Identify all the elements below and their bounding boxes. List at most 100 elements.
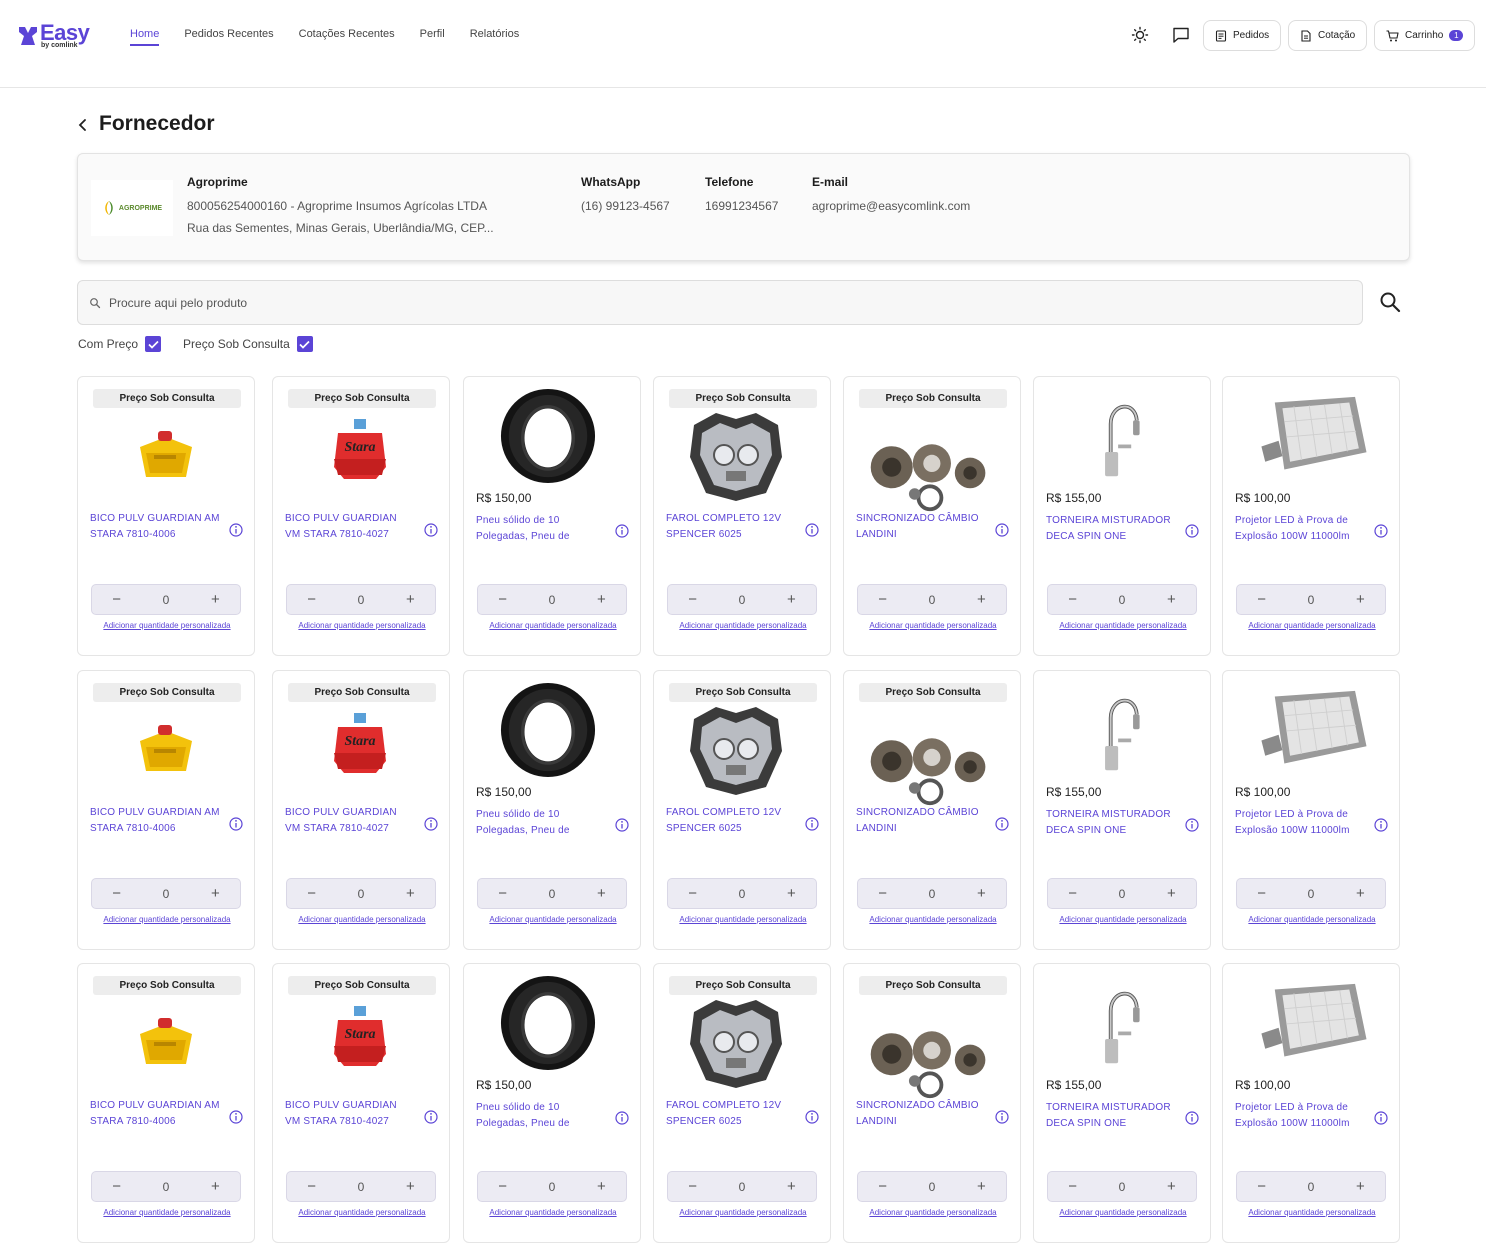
quantity-value[interactable]: 0 bbox=[1097, 1180, 1146, 1194]
quantity-value[interactable]: 0 bbox=[1286, 593, 1335, 607]
decrease-button[interactable]: − bbox=[668, 591, 717, 608]
quantity-value[interactable]: 0 bbox=[1286, 887, 1335, 901]
product-name[interactable]: FAROL COMPLETO 12V SPENCER 6025 bbox=[666, 1098, 796, 1130]
product-name[interactable]: FAROL COMPLETO 12V SPENCER 6025 bbox=[666, 805, 796, 837]
filter-price-on-request-checkbox[interactable] bbox=[296, 336, 313, 352]
phone-value[interactable]: 16991234567 bbox=[705, 195, 778, 217]
increase-button[interactable]: + bbox=[577, 1178, 626, 1195]
decrease-button[interactable]: − bbox=[1237, 1178, 1286, 1195]
easy-logo[interactable]: Easy by comlink bbox=[18, 20, 98, 52]
decrease-button[interactable]: − bbox=[287, 591, 336, 608]
quantity-value[interactable]: 0 bbox=[527, 887, 576, 901]
decrease-button[interactable]: − bbox=[858, 885, 907, 902]
product-card[interactable]: Preço Sob Consulta Stara BICO PULV GUARDIA… bbox=[272, 963, 450, 1243]
product-name[interactable]: Pneu sólido de 10 Polegadas, Pneu de bbox=[476, 1100, 606, 1132]
increase-button[interactable]: + bbox=[577, 885, 626, 902]
product-image[interactable] bbox=[686, 992, 786, 1097]
product-name[interactable]: Projetor LED à Prova de Explosão 100W 11… bbox=[1235, 807, 1365, 839]
product-name[interactable]: Projetor LED à Prova de Explosão 100W 11… bbox=[1235, 513, 1365, 545]
info-icon[interactable] bbox=[805, 1110, 819, 1124]
product-image[interactable] bbox=[1092, 395, 1148, 486]
product-card[interactable]: Preço Sob Consulta BICO PULV GUARDIAN AM … bbox=[77, 670, 255, 950]
custom-quantity-link[interactable]: Adicionar quantidade personalizada bbox=[1054, 914, 1192, 926]
product-card[interactable]: Preço Sob Consulta SINCRONIZADO CÂMBIO LA… bbox=[843, 963, 1021, 1243]
increase-button[interactable]: + bbox=[767, 591, 816, 608]
increase-button[interactable]: + bbox=[957, 591, 1006, 608]
decrease-button[interactable]: − bbox=[858, 1178, 907, 1195]
custom-quantity-link[interactable]: Adicionar quantidade personalizada bbox=[98, 620, 236, 632]
custom-quantity-link[interactable]: Adicionar quantidade personalizada bbox=[484, 914, 622, 926]
decrease-button[interactable]: − bbox=[287, 1178, 336, 1195]
custom-quantity-link[interactable]: Adicionar quantidade personalizada bbox=[674, 1207, 812, 1219]
quantity-value[interactable]: 0 bbox=[717, 593, 766, 607]
product-card[interactable]: R$ 155,00 TORNEIRA MISTURADOR DECA SPIN O… bbox=[1033, 963, 1211, 1243]
nav-profile[interactable]: Perfil bbox=[420, 28, 445, 46]
decrease-button[interactable]: − bbox=[858, 591, 907, 608]
info-icon[interactable] bbox=[805, 817, 819, 831]
decrease-button[interactable]: − bbox=[287, 885, 336, 902]
product-image[interactable] bbox=[1255, 687, 1371, 778]
info-icon[interactable] bbox=[1374, 524, 1388, 538]
increase-button[interactable]: + bbox=[1336, 885, 1385, 902]
increase-button[interactable]: + bbox=[191, 885, 240, 902]
product-image[interactable]: Stara bbox=[320, 709, 400, 784]
decrease-button[interactable]: − bbox=[1048, 591, 1097, 608]
quantity-value[interactable]: 0 bbox=[1286, 1180, 1335, 1194]
info-icon[interactable] bbox=[424, 817, 438, 831]
increase-button[interactable]: + bbox=[767, 1178, 816, 1195]
product-card[interactable]: Preço Sob Consulta SINCRONIZADO CÂMBIO LA… bbox=[843, 670, 1021, 950]
custom-quantity-link[interactable]: Adicionar quantidade personalizada bbox=[674, 914, 812, 926]
increase-button[interactable]: + bbox=[957, 1178, 1006, 1195]
back-chevron-icon[interactable] bbox=[76, 117, 90, 133]
decrease-button[interactable]: − bbox=[1237, 591, 1286, 608]
filter-with-price-checkbox[interactable] bbox=[145, 336, 162, 352]
quantity-value[interactable]: 0 bbox=[527, 593, 576, 607]
increase-button[interactable]: + bbox=[1147, 885, 1196, 902]
decrease-button[interactable]: − bbox=[1237, 885, 1286, 902]
product-name[interactable]: FAROL COMPLETO 12V SPENCER 6025 bbox=[666, 511, 796, 543]
theme-sun-icon[interactable] bbox=[1131, 26, 1149, 44]
custom-quantity-link[interactable]: Adicionar quantidade personalizada bbox=[1243, 914, 1381, 926]
nav-reports[interactable]: Relatórios bbox=[470, 28, 520, 46]
info-icon[interactable] bbox=[229, 1110, 243, 1124]
increase-button[interactable]: + bbox=[577, 591, 626, 608]
product-name[interactable]: Pneu sólido de 10 Polegadas, Pneu de bbox=[476, 513, 606, 545]
quantity-value[interactable]: 0 bbox=[1097, 593, 1146, 607]
filter-with-price[interactable]: Com Preço bbox=[78, 336, 162, 352]
product-image[interactable]: Stara bbox=[320, 1002, 400, 1077]
product-name[interactable]: SINCRONIZADO CÂMBIO LANDINI bbox=[856, 511, 986, 543]
custom-quantity-link[interactable]: Adicionar quantidade personalizada bbox=[98, 914, 236, 926]
product-name[interactable]: TORNEIRA MISTURADOR DECA SPIN ONE bbox=[1046, 807, 1176, 839]
custom-quantity-link[interactable]: Adicionar quantidade personalizada bbox=[864, 1207, 1002, 1219]
product-image[interactable] bbox=[866, 1016, 992, 1107]
info-icon[interactable] bbox=[1374, 1111, 1388, 1125]
custom-quantity-link[interactable]: Adicionar quantidade personalizada bbox=[484, 1207, 622, 1219]
product-name[interactable]: BICO PULV GUARDIAN VM STARA 7810-4027 bbox=[285, 511, 415, 543]
increase-button[interactable]: + bbox=[191, 591, 240, 608]
product-card[interactable]: Preço Sob Consulta SINCRONIZADO CÂMBIO LA… bbox=[843, 376, 1021, 656]
product-name[interactable]: SINCRONIZADO CÂMBIO LANDINI bbox=[856, 805, 986, 837]
custom-quantity-link[interactable]: Adicionar quantidade personalizada bbox=[293, 1207, 431, 1219]
custom-quantity-link[interactable]: Adicionar quantidade personalizada bbox=[1243, 620, 1381, 632]
product-search-input[interactable] bbox=[109, 293, 1309, 313]
product-name[interactable]: BICO PULV GUARDIAN AM STARA 7810-4006 bbox=[90, 1098, 220, 1130]
custom-quantity-link[interactable]: Adicionar quantidade personalizada bbox=[293, 914, 431, 926]
product-card[interactable]: R$ 155,00 TORNEIRA MISTURADOR DECA SPIN O… bbox=[1033, 670, 1211, 950]
product-image[interactable] bbox=[1092, 982, 1148, 1073]
quantity-value[interactable]: 0 bbox=[907, 887, 956, 901]
decrease-button[interactable]: − bbox=[1048, 1178, 1097, 1195]
email-value[interactable]: agroprime@easycomlink.com bbox=[812, 195, 970, 217]
decrease-button[interactable]: − bbox=[1048, 885, 1097, 902]
product-image[interactable] bbox=[126, 1004, 206, 1079]
product-name[interactable]: BICO PULV GUARDIAN VM STARA 7810-4027 bbox=[285, 805, 415, 837]
custom-quantity-link[interactable]: Adicionar quantidade personalizada bbox=[674, 620, 812, 632]
quantity-value[interactable]: 0 bbox=[141, 1180, 190, 1194]
product-name[interactable]: TORNEIRA MISTURADOR DECA SPIN ONE bbox=[1046, 1100, 1176, 1132]
product-card[interactable]: Preço Sob Consulta BICO PULV GUARDIAN AM … bbox=[77, 376, 255, 656]
increase-button[interactable]: + bbox=[1147, 1178, 1196, 1195]
product-name[interactable]: Projetor LED à Prova de Explosão 100W 11… bbox=[1235, 1100, 1365, 1132]
product-card[interactable]: R$ 150,00 Pneu sólido de 10 Polegadas, Pn… bbox=[463, 963, 641, 1243]
decrease-button[interactable]: − bbox=[478, 885, 527, 902]
quantity-value[interactable]: 0 bbox=[336, 1180, 385, 1194]
product-image[interactable] bbox=[499, 681, 597, 784]
